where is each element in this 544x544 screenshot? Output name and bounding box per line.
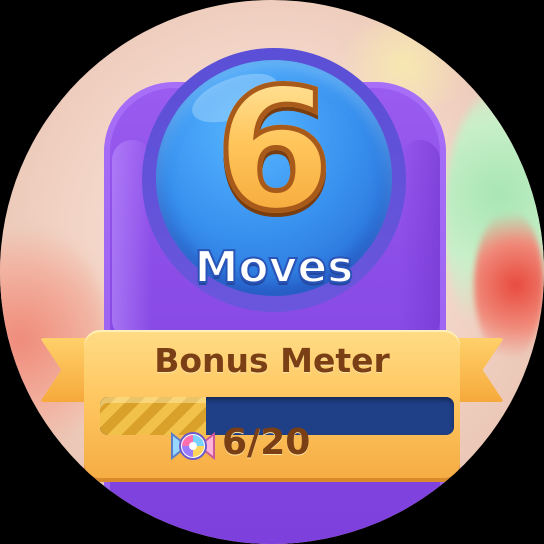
candy-icon [168,424,218,468]
background-blur-right-red [474,210,544,360]
bonus-meter-count: 6/20 [222,422,311,463]
moves-count: 6 [156,60,392,241]
moves-label: Moves [194,241,355,294]
panel-shade-right [400,140,440,340]
bonus-meter-title: Bonus Meter [154,341,390,380]
bonus-meter-screen: 6 Moves Bonus Meter 6/20 [0,0,544,544]
